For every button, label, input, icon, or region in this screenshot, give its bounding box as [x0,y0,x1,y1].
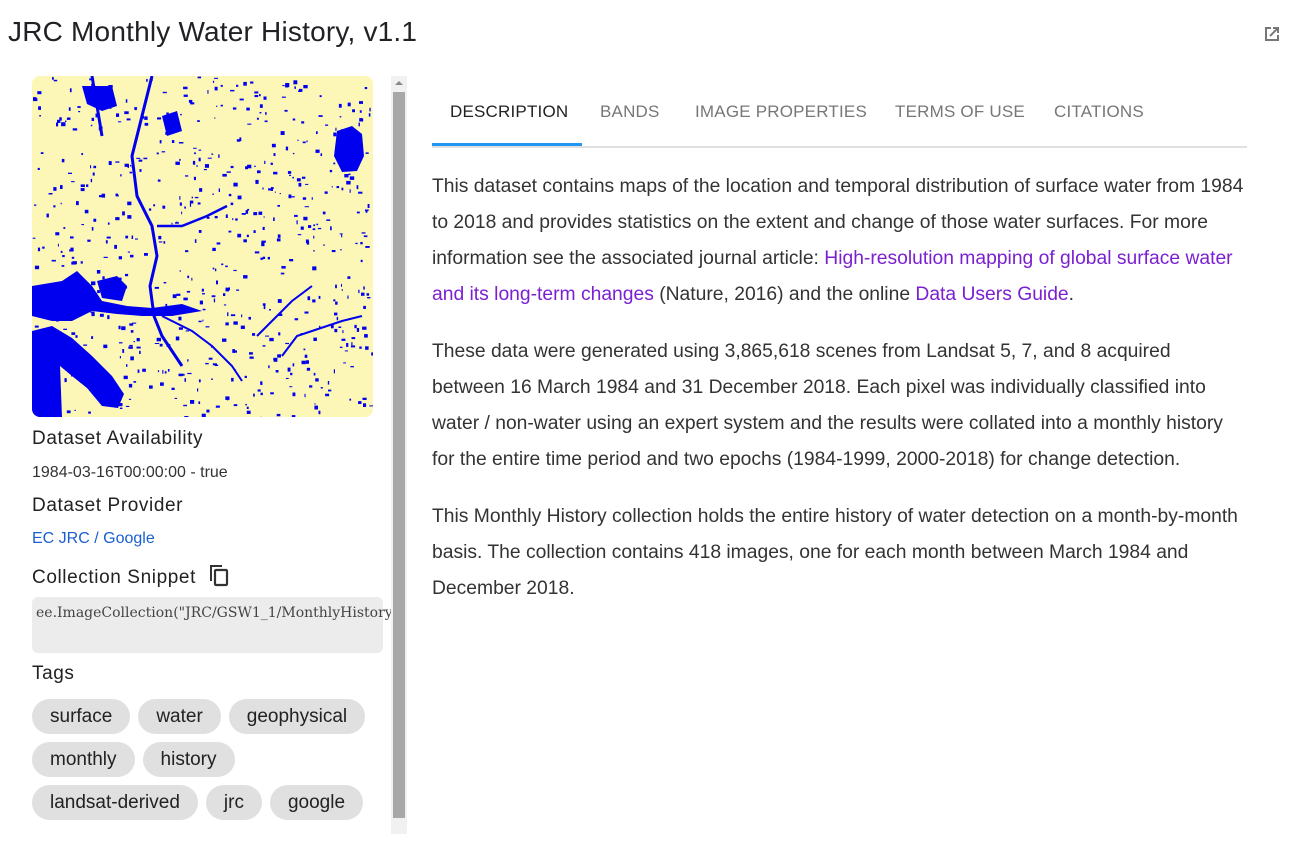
tag-chip[interactable]: landsat-derived [32,785,198,820]
dataset-thumbnail [32,76,373,417]
availability-label: Dataset Availability [32,428,204,449]
availability-value: 1984-03-16T00:00:00 - true [32,464,228,481]
tag-chip[interactable]: geophysical [228,699,366,734]
sidebar-scrollbar[interactable] [391,76,407,834]
open-in-new-icon[interactable] [1262,24,1282,44]
provider-label: Dataset Provider [32,495,184,516]
dataset-sidebar: Dataset Availability 1984-03-16T00:00:00… [32,76,405,836]
description-paragraph-3: This Monthly History collection holds th… [432,506,1238,599]
description-panel: This dataset contains maps of the locati… [432,169,1247,628]
page-title: JRC Monthly Water History, v1.1 [8,16,418,47]
description-paragraph-2: These data were generated using 3,865,61… [432,341,1223,470]
data-users-guide-link[interactable]: Data Users Guide [915,284,1068,305]
scroll-up-arrow-icon[interactable] [395,81,403,85]
copy-icon[interactable] [208,563,230,593]
snippet-code[interactable]: ee.ImageCollection("JRC/GSW1_1/MonthlyHi… [32,597,405,653]
snippet-label: Collection Snippet [32,567,196,589]
description-paragraph-1: This dataset contains maps of the locati… [432,169,1247,313]
description-text: . [1068,284,1075,305]
active-tab-indicator [432,143,582,146]
tag-chip[interactable]: water [138,699,221,734]
tag-list: surface water geophysical monthly histor… [32,699,382,820]
tags-label: Tags [32,663,75,684]
provider-link[interactable]: EC JRC / Google [32,530,155,547]
tab-image-properties[interactable]: IMAGE PROPERTIES [695,86,867,146]
tag-chip[interactable]: monthly [32,742,135,777]
tag-chip[interactable]: surface [32,699,131,734]
scrollbar-thumb[interactable] [393,92,405,818]
description-text: (Nature, 2016) and the online [653,284,916,305]
tag-chip[interactable]: history [142,742,235,777]
tag-chip[interactable]: jrc [205,785,262,820]
snippet-header: Collection Snippet [32,563,230,593]
tab-terms-of-use[interactable]: TERMS OF USE [895,86,1025,146]
tab-description[interactable]: DESCRIPTION [450,86,568,146]
tab-bar: DESCRIPTION BANDS IMAGE PROPERTIES TERMS… [432,86,1247,148]
tab-bands[interactable]: BANDS [600,86,660,146]
tab-citations[interactable]: CITATIONS [1054,86,1144,146]
tag-chip[interactable]: google [269,785,364,820]
